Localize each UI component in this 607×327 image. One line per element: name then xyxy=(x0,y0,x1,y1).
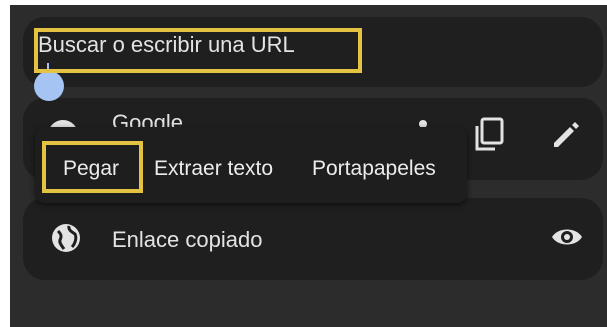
address-bar[interactable]: Buscar o escribir una URL xyxy=(23,17,603,87)
menu-item-paste[interactable]: Pegar xyxy=(63,157,119,181)
address-bar-text[interactable]: Buscar o escribir una URL xyxy=(38,32,295,58)
suggestion-copied-link-label: Enlace copiado xyxy=(112,227,263,252)
copy-icon[interactable] xyxy=(473,117,507,153)
globe-icon xyxy=(52,224,80,252)
context-menu: Pegar Extraer texto Portapapeles xyxy=(35,127,467,203)
pencil-icon[interactable] xyxy=(550,119,582,151)
screen: Buscar o escribir una URL Google Enlace … xyxy=(10,5,607,327)
selection-handle[interactable] xyxy=(34,71,64,101)
suggestion-copied-link[interactable] xyxy=(23,198,603,280)
menu-item-extract-text[interactable]: Extraer texto xyxy=(154,157,273,181)
eye-icon[interactable] xyxy=(550,225,584,249)
menu-item-clipboard[interactable]: Portapapeles xyxy=(312,157,436,181)
